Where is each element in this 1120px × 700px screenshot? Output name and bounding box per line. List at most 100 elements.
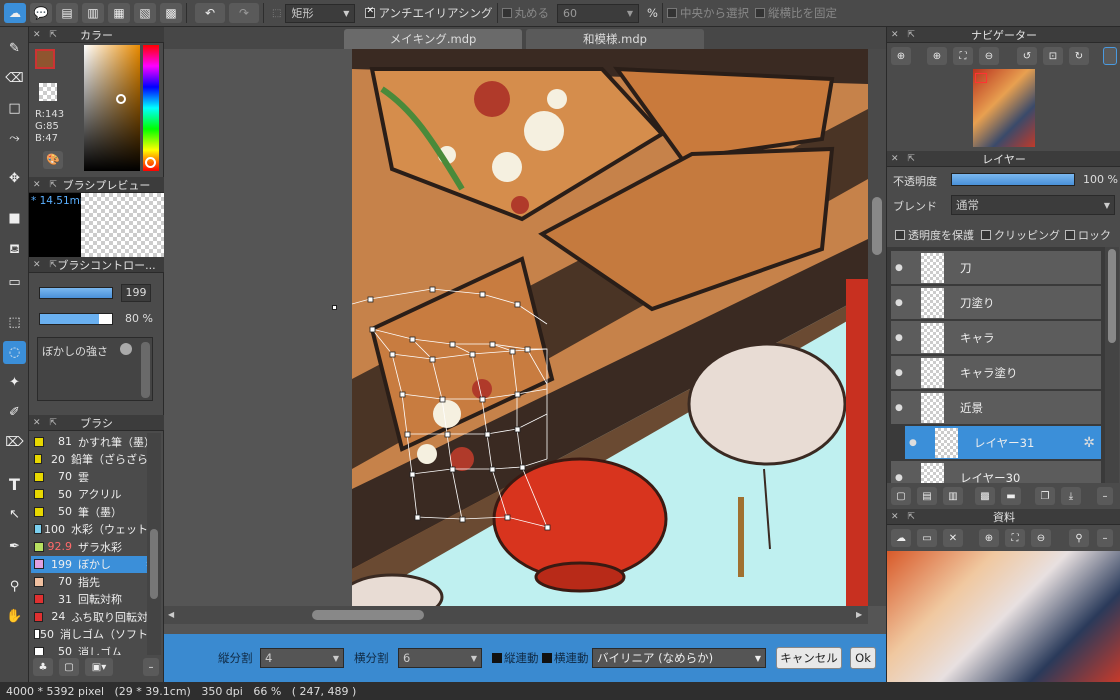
layer-row[interactable]: ● レイヤー30 <box>891 461 1101 483</box>
transparent-color-swatch[interactable] <box>39 83 57 101</box>
brush-group-icon[interactable]: ♣ <box>33 658 53 676</box>
tab-japanese-pattern[interactable]: 和模様.mdp <box>526 29 704 49</box>
horizontal-division-select[interactable]: 6 ▼ <box>398 648 482 668</box>
move-tool-icon[interactable]: ✥ <box>3 167 26 190</box>
navigator-thumbnail[interactable] <box>973 69 1035 147</box>
bucket-tool-icon[interactable]: ⛾ <box>3 239 26 262</box>
fill-rect-tool-icon[interactable]: ■ <box>3 207 26 230</box>
zoom-in-icon[interactable]: ⊕ <box>891 47 911 65</box>
close-material-icon[interactable]: ✕ <box>943 529 963 547</box>
brush-list-item[interactable]: 70 指先 <box>31 573 147 590</box>
canvas-vertical-scrollbar-thumb[interactable] <box>872 197 882 255</box>
layer-row[interactable]: ● 刀 <box>891 251 1101 285</box>
brush-tool-icon[interactable]: ✎ <box>3 37 26 60</box>
visibility-icon[interactable]: ● <box>895 298 907 308</box>
select-rect-tool-icon[interactable]: ⬚ <box>3 311 26 334</box>
fix-aspect-checkbox[interactable]: 縦横比を固定 <box>754 5 837 21</box>
pen-tool-icon[interactable]: ✒ <box>3 535 26 558</box>
brush-menu-icon[interactable]: ▣▾ <box>85 658 113 676</box>
rotate-left-icon[interactable]: ↺ <box>1017 47 1037 65</box>
layer-row[interactable]: ● キャラ <box>891 321 1101 355</box>
hue-slider-handle[interactable] <box>145 157 156 168</box>
layer-folder-icon[interactable]: ▬ <box>1001 487 1021 505</box>
protect-alpha-checkbox[interactable]: 透明度を保護 <box>895 227 974 243</box>
brush-list-menu-icon[interactable]: – <box>143 658 159 676</box>
chat-icon[interactable]: 💬 <box>30 3 52 23</box>
magic-wand-tool-icon[interactable]: ✦ <box>3 371 26 394</box>
clipping-checkbox[interactable]: クリッピング <box>981 227 1060 243</box>
ok-button[interactable]: Ok <box>850 647 876 669</box>
layer-pattern-icon[interactable]: ▩ <box>975 487 995 505</box>
blend-mode-select[interactable]: 通常 ▼ <box>951 195 1115 215</box>
material-menu-icon[interactable]: – <box>1097 529 1113 547</box>
curve-tool-icon[interactable]: ⤳ <box>3 127 26 150</box>
visibility-icon[interactable]: ● <box>895 368 907 378</box>
hue-slider[interactable] <box>143 45 159 171</box>
cloud-material-icon[interactable]: ☁ <box>891 529 911 547</box>
layer-list-scrollbar-thumb[interactable] <box>1108 249 1116 343</box>
gear-icon[interactable]: ✲ <box>1083 435 1095 451</box>
scroll-left-arrow-icon[interactable]: ◀ <box>168 610 174 619</box>
horizontal-link-checkbox[interactable]: 横連動 <box>542 650 589 666</box>
layer-row[interactable]: ● 刀塗り <box>891 286 1101 320</box>
palette-icon[interactable]: 🎨 <box>43 151 63 169</box>
hand-tool-icon[interactable]: ✋ <box>3 605 26 628</box>
brush-list-item[interactable]: 31 回転対称 <box>31 591 147 608</box>
redo-button[interactable]: ↷ <box>229 3 259 23</box>
brush-list-item[interactable]: 199ぼかし✲ <box>31 555 147 573</box>
flip-icon[interactable] <box>1103 47 1117 65</box>
canvas-horizontal-scrollbar[interactable]: ◀ ▶ <box>164 606 868 624</box>
message-icon[interactable]: ▥ <box>82 3 104 23</box>
brush-list-scrollbar-track[interactable] <box>147 433 161 655</box>
material-zoom-in-icon[interactable]: ⊕ <box>979 529 999 547</box>
brush-list-item[interactable]: 100 水彩（ウェット） <box>31 521 147 538</box>
eyedropper-tool-icon[interactable]: ⚲ <box>3 575 26 598</box>
visibility-icon[interactable]: ● <box>895 403 907 413</box>
duplicate-layer-icon[interactable]: ❐ <box>1035 487 1055 505</box>
from-center-checkbox[interactable]: 中央から選択 <box>666 5 749 21</box>
operation-tool-icon[interactable]: ↖ <box>3 503 26 526</box>
saturation-value-picker[interactable] <box>84 45 140 171</box>
visibility-icon[interactable]: ● <box>895 473 907 483</box>
brush-size-slider[interactable] <box>39 287 113 299</box>
merge-layer-icon[interactable]: ⤓ <box>1061 487 1081 505</box>
brush-list-item[interactable]: 50 消しゴム <box>31 643 147 655</box>
round-value-select[interactable]: 60 ▼ <box>557 3 640 23</box>
material-eyedropper-icon[interactable]: ⚲ <box>1069 529 1089 547</box>
rectangle-tool-icon[interactable]: □ <box>3 97 26 120</box>
layer-row[interactable]: ● キャラ塗り <box>891 356 1101 390</box>
gradient-tool-icon[interactable]: ▭ <box>3 271 26 294</box>
brush-list-item[interactable]: 92.9 ザラ水彩 <box>31 538 147 555</box>
antialias-checkbox[interactable]: アンチエイリアシング <box>365 5 493 21</box>
rotate-right-icon[interactable]: ↻ <box>1069 47 1089 65</box>
layer-menu-icon[interactable]: – <box>1097 487 1113 505</box>
document-icon[interactable]: ▦ <box>108 3 130 23</box>
blur-strength-knob[interactable] <box>120 343 132 355</box>
visibility-icon[interactable]: ● <box>909 438 921 448</box>
visibility-icon[interactable]: ● <box>895 333 907 343</box>
scroll-right-arrow-icon[interactable]: ▶ <box>856 610 862 619</box>
reference-image[interactable] <box>887 551 1120 682</box>
select-eraser-tool-icon[interactable]: ⌦ <box>3 431 26 454</box>
brush-list-item[interactable]: 20 鉛筆（ざらざら） <box>31 451 147 468</box>
new-brush-icon[interactable]: ▢ <box>59 658 79 676</box>
grid-icon[interactable]: ▩ <box>160 3 182 23</box>
panel-icon[interactable]: ▧ <box>134 3 156 23</box>
shape-select[interactable]: 矩形 ▼ <box>285 3 356 23</box>
brush-options-scrollbar[interactable] <box>141 342 150 398</box>
new-layer-icon[interactable]: ▢ <box>891 487 911 505</box>
material-zoom-out-icon[interactable]: ⊖ <box>1031 529 1051 547</box>
tab-making[interactable]: メイキング.mdp <box>344 29 522 49</box>
select-pen-tool-icon[interactable]: ✐ <box>3 401 26 424</box>
text-tool-icon[interactable]: T <box>3 473 26 496</box>
brush-list-item[interactable]: 50 消しゴム（ソフト） <box>31 626 147 643</box>
undo-button[interactable]: ↶ <box>195 3 225 23</box>
vertical-link-checkbox[interactable]: 縦連動 <box>492 650 539 666</box>
canvas-vertical-scrollbar[interactable] <box>868 49 886 606</box>
lasso-tool-icon[interactable]: ◌ <box>3 341 26 364</box>
layer-row[interactable]: ● レイヤー31 ✲ <box>905 426 1101 460</box>
reset-rotation-icon[interactable]: ⊡ <box>1043 47 1063 65</box>
brush-list-item[interactable]: 70 雲 <box>31 468 147 485</box>
visibility-icon[interactable]: ● <box>895 263 907 273</box>
warp-handle-offcanvas[interactable] <box>332 305 337 310</box>
